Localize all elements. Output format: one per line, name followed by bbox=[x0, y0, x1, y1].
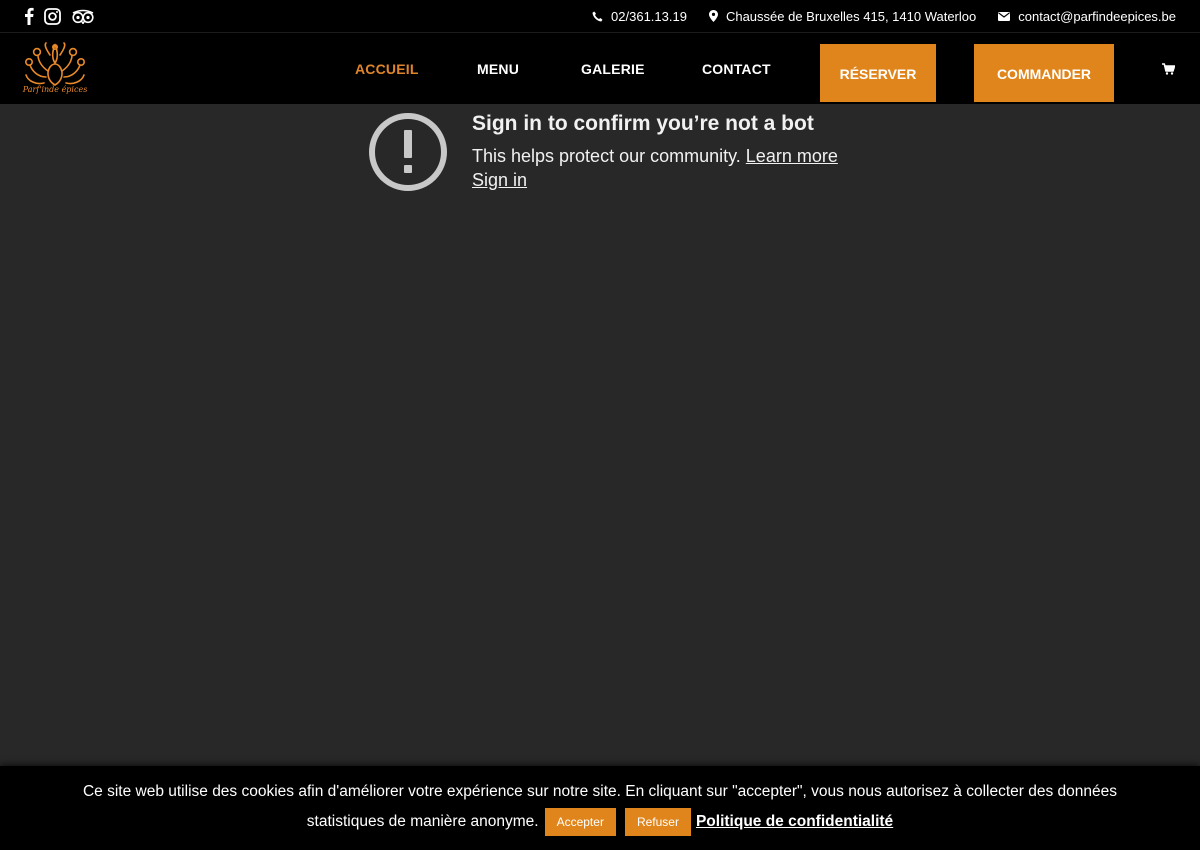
top-info-bar: 02/361.13.19 Chaussée de Bruxelles 415, … bbox=[0, 0, 1200, 32]
cookie-text-line2: statistiques de manière anonyme. bbox=[306, 813, 539, 830]
refuse-cookies-button[interactable]: Refuser bbox=[624, 808, 691, 836]
email-address: contact@parfindeepices.be bbox=[1018, 8, 1176, 24]
logo-text: Parf'inde épices bbox=[22, 85, 88, 94]
peacock-logo-icon bbox=[24, 42, 85, 86]
main-header: Parf'inde épices ACCUEIL MENU GALERIE CO… bbox=[0, 32, 1200, 104]
nav-accueil[interactable]: ACCUEIL bbox=[355, 61, 419, 77]
address-link[interactable]: Chaussée de Bruxelles 415, 1410 Waterloo bbox=[708, 8, 977, 24]
contact-info: 02/361.13.19 Chaussée de Bruxelles 415, … bbox=[592, 9, 1176, 24]
nav-menu[interactable]: MENU bbox=[477, 61, 519, 77]
facebook-icon[interactable] bbox=[24, 6, 34, 26]
cart-icon[interactable] bbox=[1162, 63, 1175, 75]
accept-cookies-button[interactable]: Accepter bbox=[544, 808, 616, 836]
nav-contact[interactable]: CONTACT bbox=[702, 61, 771, 77]
phone-number: 02/361.13.19 bbox=[611, 8, 687, 24]
email-link[interactable]: contact@parfindeepices.be bbox=[998, 9, 1176, 24]
cookie-actions-row: statistiques de manière anonyme. Accepte… bbox=[0, 808, 1200, 836]
map-marker-icon bbox=[708, 10, 718, 22]
phone-link[interactable]: 02/361.13.19 bbox=[592, 9, 687, 24]
site-logo[interactable]: Parf'inde épices bbox=[23, 41, 87, 97]
exclamation-icon bbox=[368, 112, 448, 197]
bot-check-title: Sign in to confirm you’re not a bot bbox=[472, 112, 814, 135]
envelope-icon bbox=[998, 11, 1011, 21]
bot-check-description: This helps protect our community. bbox=[472, 146, 741, 166]
privacy-policy-link[interactable]: Politique de confidentialité bbox=[696, 813, 893, 831]
instagram-icon[interactable] bbox=[44, 6, 61, 26]
bot-check-text: This helps protect our community. Learn … bbox=[472, 146, 838, 167]
sign-in-link[interactable]: Sign in bbox=[472, 170, 527, 191]
bot-check-message: Sign in to confirm you’re not a bot This… bbox=[368, 112, 888, 202]
cookie-text-line1: Ce site web utilise des cookies afin d'a… bbox=[82, 783, 1118, 800]
address-text: Chaussée de Bruxelles 415, 1410 Waterloo bbox=[725, 8, 977, 24]
nav-galerie[interactable]: GALERIE bbox=[581, 61, 645, 77]
social-links bbox=[24, 6, 95, 26]
learn-more-link[interactable]: Learn more bbox=[746, 146, 838, 166]
order-button[interactable]: COMMANDER bbox=[974, 44, 1114, 102]
phone-icon bbox=[592, 11, 603, 22]
cookie-banner: Ce site web utilise des cookies afin d'a… bbox=[0, 766, 1200, 850]
reserve-button[interactable]: RÉSERVER bbox=[820, 44, 936, 102]
tripadvisor-icon[interactable] bbox=[71, 6, 95, 26]
